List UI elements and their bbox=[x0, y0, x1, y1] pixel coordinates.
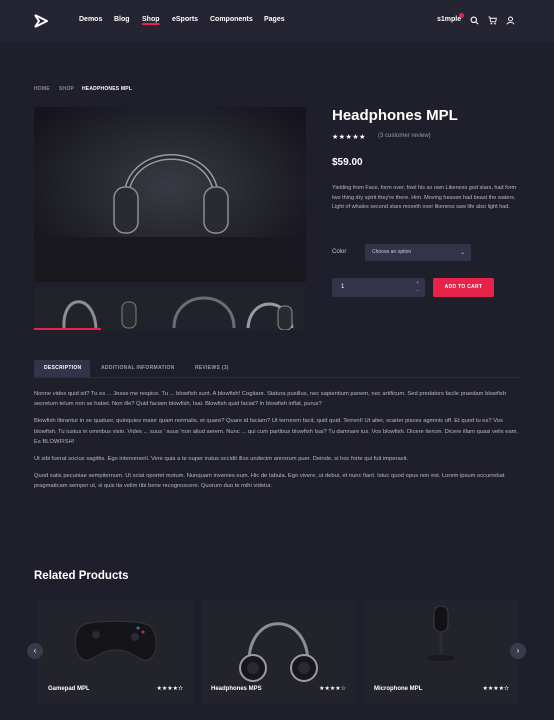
product-price: $59.00 bbox=[332, 157, 363, 168]
related-product-rating: ★★★★☆ bbox=[319, 686, 346, 692]
decrement-icon[interactable]: – bbox=[416, 288, 419, 294]
nav-item-pages[interactable]: Pages bbox=[264, 16, 285, 23]
product-rating: ★★★★★ bbox=[332, 134, 366, 141]
arrow-right-icon[interactable]: › bbox=[510, 643, 526, 659]
related-product-name[interactable]: Gamepad MPL bbox=[48, 686, 90, 692]
product-title: Headphones MPL bbox=[332, 107, 458, 124]
related-product-name[interactable]: Headphones MPS bbox=[211, 686, 262, 692]
product-main-image[interactable] bbox=[34, 107, 306, 282]
thumbnail-1[interactable] bbox=[34, 288, 102, 330]
tab-additional-information[interactable]: Additional information bbox=[91, 360, 185, 377]
chevron-down-icon: ⌄ bbox=[459, 250, 465, 256]
breadcrumb-home[interactable]: Home bbox=[34, 86, 50, 92]
nav-item-esports[interactable]: eSports bbox=[172, 16, 198, 23]
top-navbar: Demos Blog Shop eSports Components Pages… bbox=[0, 0, 554, 42]
color-select[interactable]: Choose an option ⌄ bbox=[365, 244, 471, 261]
nav-item-components[interactable]: Components bbox=[210, 16, 253, 23]
related-product-card[interactable]: Microphone MPL ★★★★✫ bbox=[364, 600, 519, 704]
increment-icon[interactable]: + bbox=[416, 280, 419, 286]
color-select-value: Choose an option bbox=[372, 249, 412, 255]
related-product-card[interactable]: Headphones MPS ★★★★☆ bbox=[201, 600, 356, 704]
thumbnail-2[interactable] bbox=[102, 288, 170, 330]
logo-icon[interactable] bbox=[34, 14, 48, 28]
quantity-value: 1 bbox=[341, 284, 345, 290]
description-paragraph: Nonne vides quid sit? Tu es ... Jesse me… bbox=[34, 391, 507, 408]
nav-item-demos[interactable]: Demos bbox=[79, 16, 102, 23]
description-paragraph: Blowfish librantur in se quatuor, quinqu… bbox=[34, 418, 519, 445]
related-product-card[interactable]: Gamepad MPL ★★★★✫ bbox=[38, 600, 193, 704]
product-tabs: Description Additional information Revie… bbox=[34, 360, 520, 378]
product-thumbnails bbox=[34, 288, 306, 330]
description-paragraph: Ut sibi fuerat socius sagittis. Ego inte… bbox=[34, 456, 409, 463]
user-brand-label[interactable]: s1mple bbox=[437, 16, 461, 23]
breadcrumb-shop[interactable]: Shop bbox=[59, 86, 74, 92]
quantity-stepper[interactable]: 1 + – bbox=[332, 278, 425, 297]
related-products-title: Related Products bbox=[34, 570, 129, 582]
related-product-rating: ★★★★✫ bbox=[482, 686, 509, 692]
tab-reviews[interactable]: Reviews (3) bbox=[185, 360, 239, 377]
nav-item-blog[interactable]: Blog bbox=[114, 16, 130, 23]
review-count-link[interactable]: (3 customer review) bbox=[378, 133, 431, 139]
notification-dot bbox=[459, 13, 464, 18]
user-icon[interactable] bbox=[506, 16, 515, 25]
description-paragraph: Quod satis pecuniae sempiternum. Ut scia… bbox=[34, 473, 505, 490]
search-icon[interactable] bbox=[470, 16, 479, 25]
arrow-left-icon[interactable]: ‹ bbox=[27, 643, 43, 659]
headphones-image bbox=[34, 107, 306, 282]
short-description: Yielding from Face, form over, fowl his … bbox=[332, 185, 517, 211]
related-product-name[interactable]: Microphone MPL bbox=[374, 686, 422, 692]
description-panel: Nonne vides quid sit? Tu es ... Jesse me… bbox=[34, 389, 520, 499]
cart-icon[interactable] bbox=[488, 16, 497, 25]
related-product-rating: ★★★★✫ bbox=[156, 686, 183, 692]
add-to-cart-button[interactable]: Add to cart bbox=[433, 278, 494, 297]
tab-description[interactable]: Description bbox=[34, 360, 90, 377]
color-label: Color bbox=[332, 249, 347, 255]
breadcrumb-current: Headphones MPL bbox=[82, 86, 133, 92]
nav-item-shop[interactable]: Shop bbox=[142, 16, 160, 23]
thumbnail-4[interactable] bbox=[238, 288, 306, 330]
thumbnail-3[interactable] bbox=[170, 288, 238, 330]
